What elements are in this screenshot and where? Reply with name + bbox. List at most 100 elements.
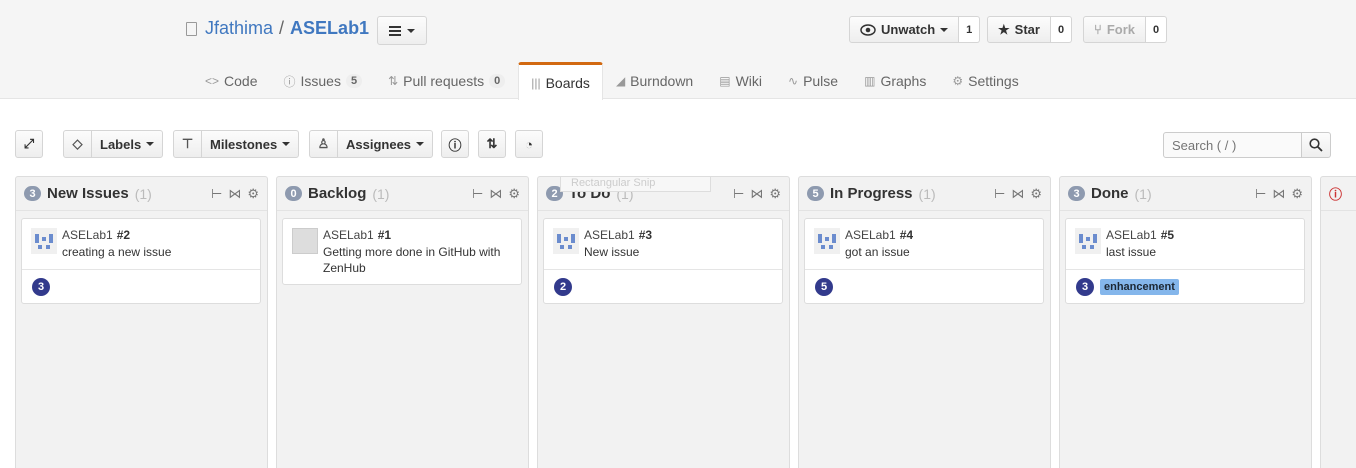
forks-count[interactable]: 0	[1145, 16, 1168, 43]
fullscreen-button[interactable]: ⤢	[15, 130, 43, 158]
tab-code[interactable]: <> Code	[192, 62, 270, 99]
rectangular-snip-overlay: Rectangular Snip	[560, 176, 711, 192]
list-icon	[389, 25, 401, 36]
issue-card[interactable]: ASELab1 #5 last issue 3 enhancement	[1065, 218, 1305, 304]
tab-settings[interactable]: ⚙ Settings	[939, 62, 1031, 99]
repo-title: Jfathima / ASELab1	[186, 18, 369, 39]
collapse-icon[interactable]: ⊢	[994, 186, 1005, 202]
issue-card[interactable]: ASELab1 #2 creating a new issue 3	[21, 218, 261, 304]
collapse-icon[interactable]: ⊢	[472, 186, 483, 202]
repo-owner-link[interactable]: Jfathima	[205, 18, 273, 39]
gear-icon: ⚙	[952, 74, 964, 88]
tab-pulse[interactable]: ∿ Pulse	[775, 62, 851, 99]
card-title[interactable]: last issue	[1106, 244, 1296, 260]
pull-requests-toggle-button[interactable]: ⇅	[478, 130, 506, 158]
fork-icon: ⑂	[1094, 22, 1102, 37]
gear-icon[interactable]: ⚙	[247, 186, 259, 202]
tab-label: Wiki	[735, 73, 762, 89]
tab-wiki[interactable]: ▤ Wiki	[706, 62, 775, 99]
collapse-icon[interactable]: ⊢	[733, 186, 744, 202]
watchers-count[interactable]: 1	[959, 16, 981, 43]
tab-label: Code	[224, 73, 258, 89]
tab-label: Graphs	[880, 73, 927, 89]
card-issue-number[interactable]: #2	[117, 228, 130, 242]
issue-card[interactable]: ASELab1 #4 got an issue 5	[804, 218, 1044, 304]
card-title[interactable]: Getting more done in GitHub with ZenHub	[323, 244, 513, 276]
tab-graphs[interactable]: ▥ Graphs	[851, 62, 939, 99]
tab-issues[interactable]: ⓘ Issues 5	[270, 62, 375, 99]
avatar	[1075, 228, 1101, 254]
card-title[interactable]: got an issue	[845, 244, 1035, 260]
labels-filter-button[interactable]: ◇ Labels	[63, 130, 164, 158]
card-issue-number[interactable]: #3	[639, 228, 652, 242]
card-repo-name: ASELab1	[584, 228, 635, 242]
tab-burndown[interactable]: ◢ Burndown	[603, 62, 706, 99]
pull-request-icon: ⇅	[486, 136, 498, 151]
star-label: Star	[1014, 22, 1040, 37]
collapse-icon[interactable]: ⊢	[211, 186, 222, 202]
pipeline-header: 5 In Progress (1) ⊢ ⋈ ⚙	[799, 177, 1050, 211]
tab-boards[interactable]: ||| Boards	[518, 62, 603, 100]
pull-requests-counter: 0	[489, 74, 506, 88]
assignees-filter-button[interactable]: ♙ Assignees	[309, 130, 434, 158]
tab-label: Pull requests	[403, 73, 485, 89]
issue-card[interactable]: ASELab1 #3 New issue 2	[543, 218, 783, 304]
tab-pull-requests[interactable]: ⇅ Pull requests 0	[375, 62, 518, 99]
fork-button[interactable]: ⑂ Fork	[1083, 16, 1146, 43]
code-icon: <>	[205, 74, 220, 88]
pipeline-column: 5 In Progress (1) ⊢ ⋈ ⚙ ASELab1 #4 got an issue 5	[798, 176, 1051, 468]
gear-icon[interactable]: ⚙	[1030, 186, 1042, 202]
gear-icon[interactable]: ⚙	[1291, 186, 1303, 202]
issues-toggle-button[interactable]: ⓘ	[441, 130, 469, 158]
pipeline-issue-count: (1)	[134, 185, 152, 202]
compress-icon[interactable]: ⋈	[750, 186, 763, 202]
search-button[interactable]	[1301, 132, 1331, 158]
card-title[interactable]: creating a new issue	[62, 244, 252, 260]
person-icon: ♙	[310, 131, 338, 157]
repo-name-link[interactable]: ASELab1	[290, 18, 369, 39]
star-icon: ★	[998, 21, 1010, 37]
label-enhancement[interactable]: enhancement	[1100, 278, 1179, 295]
card-issue-number[interactable]: #4	[900, 228, 913, 242]
pipeline-issue-count: (1)	[1134, 185, 1152, 202]
estimate-badge: 3	[1076, 277, 1094, 296]
wiki-icon: ▤	[719, 74, 731, 88]
compress-icon[interactable]: ⋈	[489, 186, 502, 202]
gear-icon[interactable]: ⚙	[769, 186, 781, 202]
pipeline-header: ⓘ	[1321, 177, 1356, 211]
board-search-input[interactable]	[1163, 132, 1302, 158]
collapse-icon[interactable]: ⊢	[1255, 186, 1266, 202]
expand-icon: ⤢	[23, 136, 35, 151]
avatar	[553, 228, 579, 254]
compress-icon[interactable]: ⋈	[228, 186, 241, 202]
boards-icon: |||	[531, 75, 541, 90]
repo-menu-button[interactable]	[377, 16, 427, 45]
card-repo-name: ASELab1	[62, 228, 113, 242]
closed-issues-toggle-button[interactable]: ◔	[515, 130, 543, 158]
chevron-down-icon	[416, 142, 425, 146]
assignees-filter-label: Assignees	[346, 136, 412, 152]
pipeline-column: 2 To Do (1) ⊢ ⋈ ⚙ ASELab1 #3 New issue 2	[537, 176, 790, 468]
pipeline-partial: ⓘ	[1320, 176, 1356, 468]
gear-icon[interactable]: ⚙	[508, 186, 520, 202]
labels-filter-label: Labels	[100, 136, 142, 152]
star-button[interactable]: ★ Star	[987, 16, 1051, 43]
unwatch-button[interactable]: Unwatch	[849, 16, 960, 43]
milestones-filter-button[interactable]: ⊤ Milestones	[173, 130, 300, 158]
eye-icon	[860, 23, 876, 36]
estimate-badge: 3	[32, 277, 50, 296]
issue-card[interactable]: ASELab1 #1 Getting more done in GitHub wit…	[282, 218, 522, 285]
compress-icon[interactable]: ⋈	[1011, 186, 1024, 202]
fork-group: ⑂ Fork 0	[1083, 16, 1168, 43]
compress-icon[interactable]: ⋈	[1272, 186, 1285, 202]
pipeline-header: 3 Done (1) ⊢ ⋈ ⚙	[1060, 177, 1311, 211]
card-title[interactable]: New issue	[584, 244, 774, 260]
card-issue-number[interactable]: #1	[378, 228, 391, 242]
repo-separator: /	[279, 18, 285, 38]
graph-icon: ▥	[864, 74, 876, 88]
pipeline-name: New Issues	[47, 185, 129, 202]
pipeline-column: 0 Backlog (1) ⊢ ⋈ ⚙ ASELab1 #1 Getting more done…	[276, 176, 529, 468]
avatar	[814, 228, 840, 254]
card-issue-number[interactable]: #5	[1161, 228, 1174, 242]
stars-count[interactable]: 0	[1050, 16, 1073, 43]
